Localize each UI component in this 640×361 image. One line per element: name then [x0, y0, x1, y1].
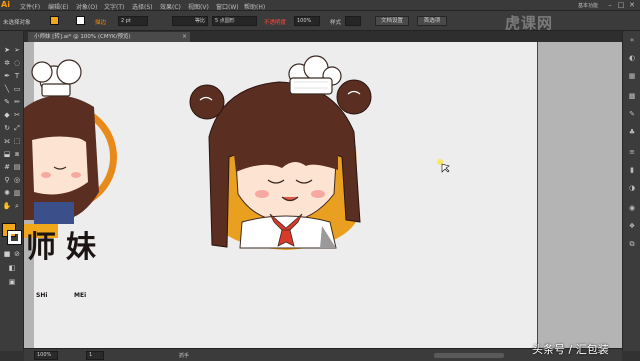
brush-definition[interactable]: 5 点圆形: [212, 16, 257, 26]
color-panel-icon[interactable]: ◐: [627, 53, 637, 63]
gradient-panel-icon[interactable]: ▮: [627, 165, 637, 175]
symbols-panel-icon[interactable]: ♣: [627, 127, 637, 137]
tools-panel: ➤ ➢ ✲ ◌ ✒ T ╲ ▭ ✎ ✏ ◆ ✂ ↻ ⤢ ⟗ ⬚ ⬓ ⧈ # ▤ …: [0, 31, 24, 351]
stroke-weight-field[interactable]: 2 pt: [118, 16, 148, 26]
rectangle-tool-icon[interactable]: ▭: [12, 84, 22, 94]
line-tool-icon[interactable]: ╲: [2, 84, 12, 94]
collapse-panels-icon[interactable]: «: [627, 35, 637, 45]
graph-tool-icon[interactable]: ▥: [12, 188, 22, 198]
scale-tool-icon[interactable]: ⤢: [12, 123, 22, 133]
color-mode-icon[interactable]: ■: [2, 249, 12, 259]
maximize-icon[interactable]: □: [617, 1, 625, 9]
menu-object[interactable]: 对象(O): [76, 2, 97, 11]
current-tool-label: 抓手: [179, 353, 190, 359]
workspace-switcher[interactable]: 基本功能: [578, 2, 598, 9]
close-icon[interactable]: ✕: [628, 1, 636, 9]
variable-width-profile[interactable]: 等比: [172, 16, 208, 26]
artboards-panel-icon[interactable]: ⧉: [627, 239, 637, 249]
selection-status: 未选择对象: [3, 20, 31, 26]
app-logo: Ai: [1, 0, 10, 9]
watermark-caption: 头条号 / 汇包装: [532, 343, 609, 356]
tab-close-icon[interactable]: ×: [182, 32, 187, 42]
appearance-panel-icon[interactable]: ◉: [627, 203, 637, 213]
menu-file[interactable]: 文件(F): [20, 2, 40, 11]
menu-type[interactable]: 文字(T): [104, 2, 124, 11]
document-setup-button[interactable]: 文档设置: [375, 16, 409, 26]
lasso-tool-icon[interactable]: ◌: [12, 58, 22, 68]
gradient-tool-icon[interactable]: ▤: [12, 162, 22, 172]
selection-tool-icon[interactable]: ➤: [2, 45, 12, 55]
style-label: 样式: [330, 20, 342, 26]
eyedropper-tool-icon[interactable]: ⚲: [2, 175, 12, 185]
illustration: [24, 55, 450, 250]
menu-help[interactable]: 帮助(H): [244, 2, 265, 11]
brushes-panel-icon[interactable]: ✎: [627, 109, 637, 119]
opacity-label[interactable]: 不透明度: [264, 18, 286, 26]
direct-selection-tool-icon[interactable]: ➢: [12, 45, 22, 55]
stroke-color-box[interactable]: [7, 230, 22, 245]
hand-tool-icon[interactable]: ✋: [2, 201, 12, 211]
horizontal-scrollbar[interactable]: [434, 353, 504, 358]
brand-char-2: 妹: [66, 230, 96, 265]
layers-panel-icon[interactable]: ❖: [627, 221, 637, 231]
transparency-panel-icon[interactable]: ◑: [627, 183, 637, 193]
menu-bar: Ai 文件(F) 编辑(E) 对象(O) 文字(T) 选择(S) 效果(C) 视…: [0, 0, 640, 11]
stroke-label[interactable]: 描边: [95, 18, 106, 26]
symbol-sprayer-tool-icon[interactable]: ✺: [2, 188, 12, 198]
fill-swatch[interactable]: [50, 16, 59, 25]
stroke-swatch[interactable]: [76, 16, 85, 25]
swatches-panel-icon[interactable]: ▩: [627, 91, 637, 101]
canvas-area[interactable]: 师 妹 SHi MEi: [24, 42, 622, 348]
opacity-field[interactable]: 100%: [294, 16, 320, 26]
pinyin-label-1: SHi: [36, 292, 48, 299]
menu-edit[interactable]: 编辑(E): [48, 2, 68, 11]
zoom-field[interactable]: 100%: [34, 351, 58, 360]
minimize-icon[interactable]: –: [606, 1, 614, 9]
scissors-tool-icon[interactable]: ✂: [12, 110, 22, 120]
width-tool-icon[interactable]: ⟗: [2, 136, 12, 146]
document-tab-title: 小师妹 [转].ai* @ 100% (CMYK/预览): [34, 34, 131, 40]
rotate-tool-icon[interactable]: ↻: [2, 123, 12, 133]
blend-tool-icon[interactable]: ◎: [12, 175, 22, 185]
pinyin-label-2: MEi: [74, 292, 87, 299]
color-guide-icon[interactable]: ▦: [627, 71, 637, 81]
eraser-tool-icon[interactable]: ◆: [2, 110, 12, 120]
artboard-nav-field[interactable]: 1: [86, 351, 104, 360]
free-transform-tool-icon[interactable]: ⬚: [12, 136, 22, 146]
menu-effect[interactable]: 效果(C): [160, 2, 181, 11]
perspective-tool-icon[interactable]: ⧈: [12, 149, 22, 159]
shape-builder-tool-icon[interactable]: ⬓: [2, 149, 12, 159]
style-picker[interactable]: [345, 16, 361, 26]
right-panel-dock: « ◐ ▦ ▩ ✎ ♣ ≡ ▮ ◑ ◉ ❖ ⧉: [622, 31, 640, 351]
mesh-tool-icon[interactable]: #: [2, 162, 12, 172]
type-tool-icon[interactable]: T: [12, 71, 22, 81]
pen-tool-icon[interactable]: ✒: [2, 71, 12, 81]
stroke-panel-icon[interactable]: ≡: [627, 147, 637, 157]
pencil-tool-icon[interactable]: ✏: [12, 97, 22, 107]
menu-select[interactable]: 选择(S): [132, 2, 153, 11]
none-mode-icon[interactable]: ⊘: [12, 249, 22, 259]
magic-wand-tool-icon[interactable]: ✲: [2, 58, 12, 68]
watermark-logo: 虎课网: [505, 14, 554, 32]
menu-window[interactable]: 窗口(W): [216, 2, 239, 11]
menu-view[interactable]: 视图(V): [188, 2, 209, 11]
zoom-tool-icon[interactable]: ⌕: [12, 201, 22, 211]
drawing-mode-icon[interactable]: ◧: [7, 263, 17, 273]
left-character-art: [24, 59, 117, 238]
preferences-button[interactable]: 首选项: [417, 16, 447, 26]
screen-mode-icon[interactable]: ▣: [7, 277, 17, 287]
document-tab[interactable]: 小师妹 [转].ai* @ 100% (CMYK/预览) ×: [28, 32, 190, 42]
main-character-art: [189, 55, 372, 250]
hand-cursor-icon: [441, 163, 450, 173]
brand-char-1: 师: [26, 230, 56, 265]
paintbrush-tool-icon[interactable]: ✎: [2, 97, 12, 107]
